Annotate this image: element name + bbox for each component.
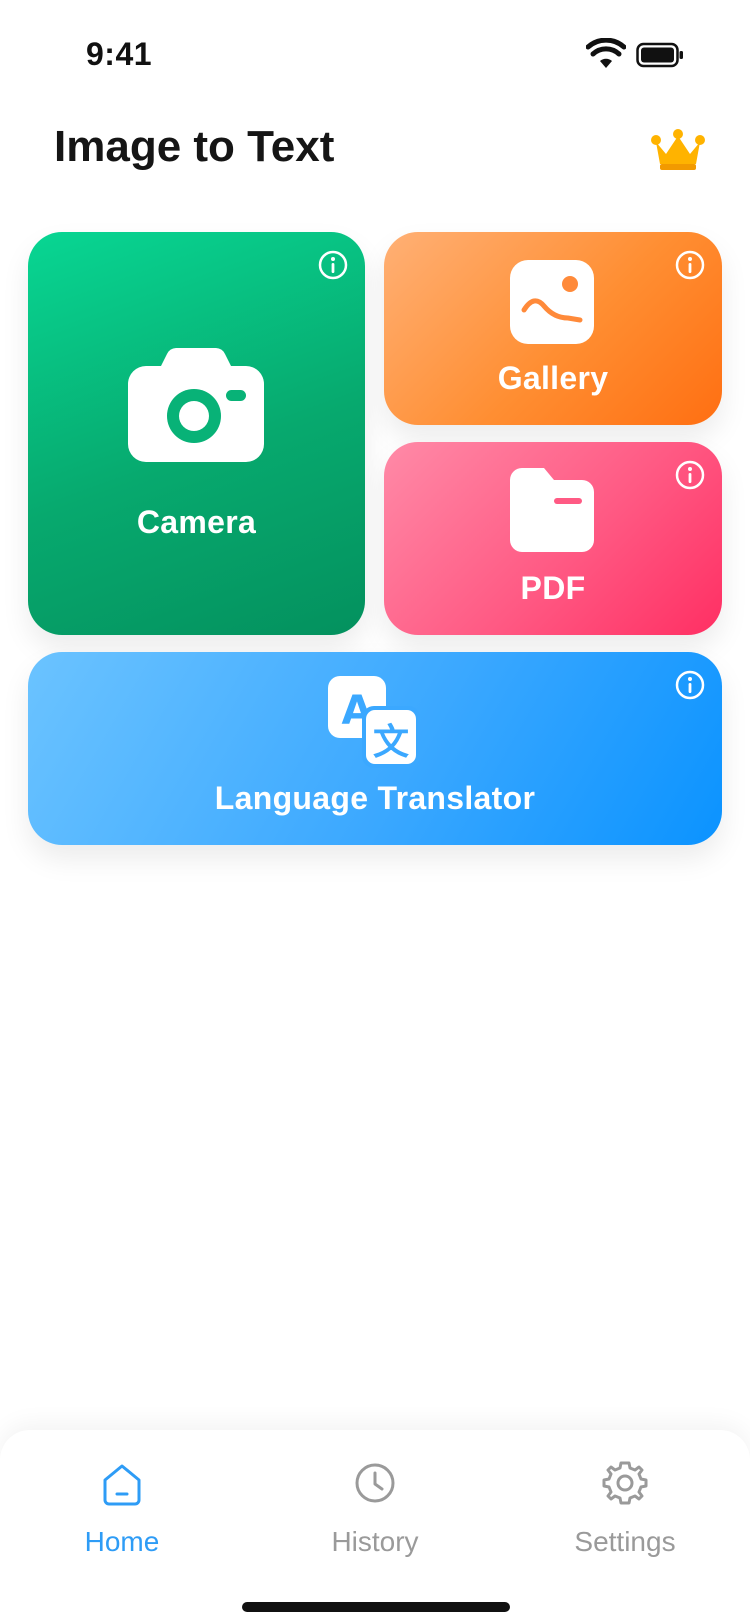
gallery-card[interactable]: Gallery <box>384 232 722 425</box>
home-indicator <box>242 1602 510 1612</box>
page-title: Image to Text <box>54 122 335 171</box>
status-time: 9:41 <box>86 36 153 72</box>
nav-label-history: History <box>331 1526 419 1557</box>
gallery-label: Gallery <box>497 360 609 396</box>
crown-icon[interactable] <box>650 128 706 172</box>
camera-icon <box>128 340 264 462</box>
wifi-icon <box>585 37 627 70</box>
status-bar: 9:41 <box>0 0 750 110</box>
translate-icon: A 文 <box>328 676 420 768</box>
info-icon[interactable] <box>317 249 349 281</box>
info-icon[interactable] <box>674 669 706 701</box>
battery-icon <box>636 42 684 68</box>
nav-item-history[interactable]: History <box>285 1460 465 1558</box>
nav-label-settings: Settings <box>574 1526 676 1557</box>
home-icon <box>103 1464 141 1506</box>
nav-item-home[interactable]: Home <box>32 1460 212 1558</box>
info-icon[interactable] <box>674 249 706 281</box>
bottom-nav: Home History Settings <box>0 1430 750 1624</box>
image-icon <box>510 260 594 344</box>
language-translator-label: Language Translator <box>214 780 536 816</box>
nav-label-home: Home <box>84 1526 160 1557</box>
gear-icon <box>602 1461 648 1505</box>
svg-text:文: 文 <box>373 722 409 763</box>
language-translator-card[interactable]: A 文 Language Translator <box>28 652 722 845</box>
info-icon[interactable] <box>674 459 706 491</box>
camera-label: Camera <box>136 504 257 540</box>
pdf-label: PDF <box>520 570 586 606</box>
pdf-card[interactable]: PDF <box>384 442 722 635</box>
camera-card[interactable]: Camera <box>28 232 365 635</box>
nav-item-settings[interactable]: Settings <box>535 1460 715 1558</box>
clock-icon <box>355 1463 395 1503</box>
folder-icon <box>510 468 594 552</box>
